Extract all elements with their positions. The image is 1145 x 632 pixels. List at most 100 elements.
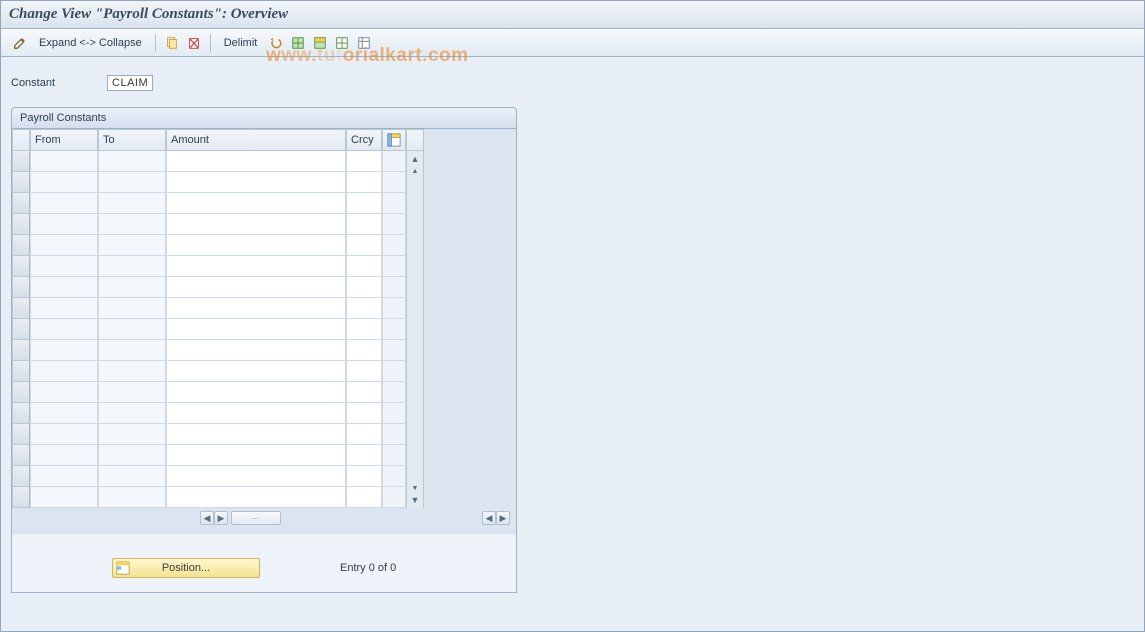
cell-to[interactable] <box>98 256 166 277</box>
horizontal-scrollbar-left[interactable]: ◀ ▶ ⋯ <box>200 511 284 525</box>
select-all-icon[interactable] <box>289 33 307 53</box>
cell-to[interactable] <box>98 403 166 424</box>
cell-crcy[interactable] <box>346 487 382 508</box>
col-header-crcy[interactable]: Crcy <box>346 129 382 151</box>
cell-crcy[interactable] <box>346 151 382 172</box>
row-selector[interactable] <box>12 214 30 235</box>
cell-from[interactable] <box>30 172 98 193</box>
row-selector[interactable] <box>12 151 30 172</box>
row-selector[interactable] <box>12 193 30 214</box>
cell-to[interactable] <box>98 382 166 403</box>
toggle-edit-icon[interactable] <box>11 33 29 53</box>
hscroll-thumb[interactable]: ⋯ <box>231 511 281 525</box>
cell-to[interactable] <box>98 172 166 193</box>
cell-crcy[interactable] <box>346 256 382 277</box>
horizontal-scrollbar-right[interactable]: ◀ ▶ <box>482 511 510 525</box>
cell-crcy[interactable] <box>346 193 382 214</box>
cell-amount[interactable] <box>166 424 346 445</box>
delete-icon[interactable] <box>185 33 203 53</box>
cell-to[interactable] <box>98 466 166 487</box>
scroll-down-icon[interactable]: ▼ <box>409 494 421 506</box>
cell-amount[interactable] <box>166 466 346 487</box>
cell-amount[interactable] <box>166 172 346 193</box>
cell-to[interactable] <box>98 319 166 340</box>
row-selector[interactable] <box>12 319 30 340</box>
cell-from[interactable] <box>30 403 98 424</box>
scroll-up-small-icon[interactable]: ▲ <box>409 165 421 177</box>
row-selector[interactable] <box>12 424 30 445</box>
cell-crcy[interactable] <box>346 340 382 361</box>
cell-to[interactable] <box>98 361 166 382</box>
cell-to[interactable] <box>98 193 166 214</box>
cell-crcy[interactable] <box>346 445 382 466</box>
cell-crcy[interactable] <box>346 382 382 403</box>
deselect-all-icon[interactable] <box>333 33 351 53</box>
row-selector[interactable] <box>12 235 30 256</box>
cell-from[interactable] <box>30 214 98 235</box>
cell-amount[interactable] <box>166 445 346 466</box>
table-config-icon[interactable] <box>382 129 406 151</box>
cell-amount[interactable] <box>166 382 346 403</box>
row-selector[interactable] <box>12 403 30 424</box>
cell-to[interactable] <box>98 340 166 361</box>
scroll-down-small-icon[interactable]: ▼ <box>409 482 421 494</box>
cell-amount[interactable] <box>166 361 346 382</box>
hscroll-right-icon[interactable]: ▶ <box>214 511 228 525</box>
col-header-amount[interactable]: Amount <box>166 129 346 151</box>
select-block-icon[interactable] <box>311 33 329 53</box>
cell-from[interactable] <box>30 256 98 277</box>
col-header-from[interactable]: From <box>30 129 98 151</box>
row-selector[interactable] <box>12 277 30 298</box>
cell-amount[interactable] <box>166 340 346 361</box>
cell-amount[interactable] <box>166 298 346 319</box>
cell-crcy[interactable] <box>346 172 382 193</box>
row-selector[interactable] <box>12 340 30 361</box>
cell-from[interactable] <box>30 487 98 508</box>
cell-from[interactable] <box>30 466 98 487</box>
cell-to[interactable] <box>98 214 166 235</box>
cell-to[interactable] <box>98 151 166 172</box>
cell-amount[interactable] <box>166 256 346 277</box>
cell-to[interactable] <box>98 445 166 466</box>
cell-from[interactable] <box>30 277 98 298</box>
cell-to[interactable] <box>98 277 166 298</box>
cell-from[interactable] <box>30 340 98 361</box>
row-selector[interactable] <box>12 382 30 403</box>
cell-crcy[interactable] <box>346 319 382 340</box>
cell-amount[interactable] <box>166 193 346 214</box>
vertical-scrollbar[interactable]: ▲ ▲ ▼ ▼ <box>406 151 424 508</box>
cell-from[interactable] <box>30 235 98 256</box>
table-settings-icon[interactable] <box>355 33 373 53</box>
cell-amount[interactable] <box>166 487 346 508</box>
cell-from[interactable] <box>30 193 98 214</box>
row-selector[interactable] <box>12 445 30 466</box>
cell-from[interactable] <box>30 298 98 319</box>
col-header-to[interactable]: To <box>98 129 166 151</box>
cell-to[interactable] <box>98 487 166 508</box>
position-button[interactable]: Position... <box>112 558 260 578</box>
delimit-button[interactable]: Delimit <box>218 33 264 53</box>
cell-to[interactable] <box>98 424 166 445</box>
cell-amount[interactable] <box>166 235 346 256</box>
undo-icon[interactable] <box>267 33 285 53</box>
cell-from[interactable] <box>30 319 98 340</box>
constant-value[interactable]: CLAIM <box>107 75 153 91</box>
row-selector[interactable] <box>12 256 30 277</box>
cell-crcy[interactable] <box>346 424 382 445</box>
hscroll-left-icon[interactable]: ◀ <box>200 511 214 525</box>
cell-crcy[interactable] <box>346 298 382 319</box>
row-selector[interactable] <box>12 466 30 487</box>
cell-crcy[interactable] <box>346 361 382 382</box>
cell-crcy[interactable] <box>346 403 382 424</box>
hscroll2-left-icon[interactable]: ◀ <box>482 511 496 525</box>
row-selector[interactable] <box>12 487 30 508</box>
cell-crcy[interactable] <box>346 277 382 298</box>
cell-to[interactable] <box>98 235 166 256</box>
row-selector[interactable] <box>12 172 30 193</box>
cell-amount[interactable] <box>166 319 346 340</box>
cell-amount[interactable] <box>166 403 346 424</box>
cell-amount[interactable] <box>166 151 346 172</box>
cell-from[interactable] <box>30 382 98 403</box>
cell-from[interactable] <box>30 445 98 466</box>
cell-amount[interactable] <box>166 214 346 235</box>
